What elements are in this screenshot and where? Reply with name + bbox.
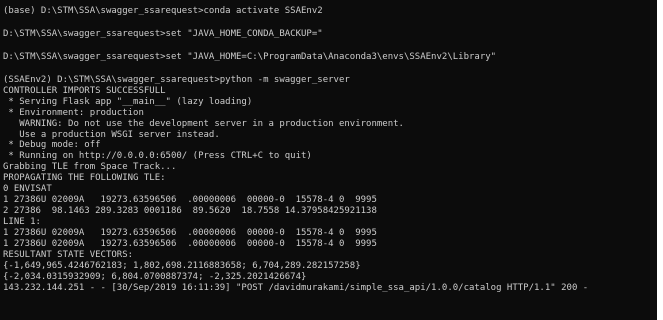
output-line: * Debug mode: off bbox=[3, 140, 101, 151]
output-line: RESULTANT STATE VECTORS: bbox=[3, 249, 134, 260]
screenshot: (base) D:\STM\SSA\swagger_ssarequest>con… bbox=[0, 0, 663, 320]
window-edge bbox=[657, 0, 663, 320]
prompt-line: (SSAEnv2) D:\STM\SSA\swagger_ssarequest>… bbox=[3, 74, 350, 85]
tle-line: 1 27386U 02009A 19273.63596506 .00000006… bbox=[3, 227, 377, 238]
tle-line: 1 27386U 02009A 19273.63596506 .00000006… bbox=[3, 195, 377, 206]
output-line: PROPAGATING THE FOLLOWING TLE: bbox=[3, 173, 166, 184]
prompt-line: D:\STM\SSA\swagger_ssarequest>set "JAVA_… bbox=[3, 51, 497, 62]
tle-line: 1 27386U 02009A 19273.63596506 .00000006… bbox=[3, 238, 377, 249]
state-vector-line: {-1,649,965.4246762183; 1,802,698.211688… bbox=[3, 260, 361, 271]
prompt-line: D:\STM\SSA\swagger_ssarequest>set "JAVA_… bbox=[3, 28, 323, 39]
warning-line: Use a production WSGI server instead. bbox=[3, 129, 220, 140]
state-vector-line: {-2,034.0315932909; 6,804.0700887374; -2… bbox=[3, 271, 307, 282]
warning-line: WARNING: Do not use the development serv… bbox=[3, 118, 404, 129]
terminal-window[interactable]: (base) D:\STM\SSA\swagger_ssarequest>con… bbox=[0, 0, 657, 320]
output-line: * Environment: production bbox=[3, 107, 144, 118]
output-line: * Running on http://0.0.0.0:6500/ (Press… bbox=[3, 151, 312, 162]
tle-line: 0 ENVISAT bbox=[3, 184, 52, 195]
tle-line: 2 27386 98.1463 289.3283 0001186 89.5620… bbox=[3, 206, 377, 217]
output-line: CONTROLLER IMPORTS SUCCESSFULL bbox=[3, 85, 166, 96]
output-line: Grabbing TLE from Space Track... bbox=[3, 162, 177, 173]
terminal-output[interactable]: (base) D:\STM\SSA\swagger_ssarequest>con… bbox=[3, 6, 657, 294]
output-line: * Serving Flask app "__main__" (lazy loa… bbox=[3, 96, 253, 107]
prompt-line: (base) D:\STM\SSA\swagger_ssarequest>con… bbox=[3, 6, 323, 16]
output-line: LINE 1: bbox=[3, 217, 41, 227]
request-log-line: 143.232.144.251 - - [30/Sep/2019 16:11:3… bbox=[3, 282, 589, 293]
